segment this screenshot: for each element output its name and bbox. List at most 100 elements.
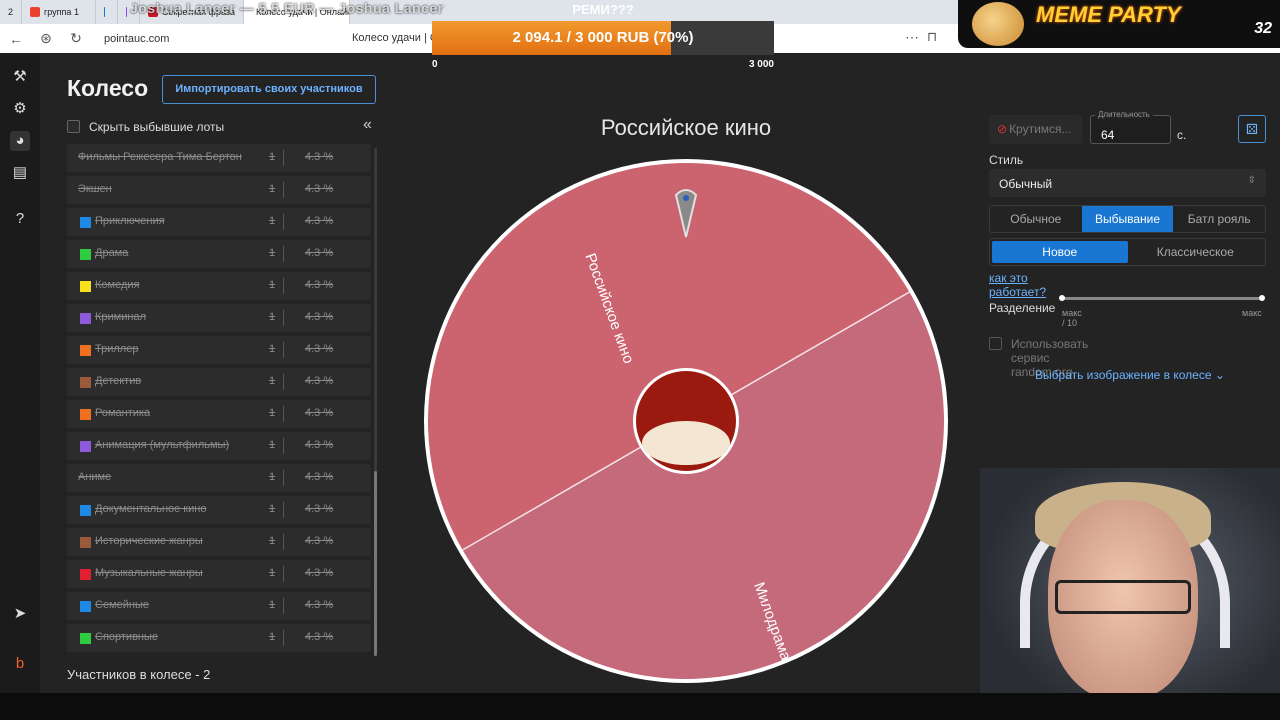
lot-row[interactable]: Романтика 1 4.3 % (67, 400, 371, 428)
reload-icon[interactable]: ↻ (68, 30, 84, 47)
duration-input[interactable]: 64 (1090, 115, 1171, 144)
wheel-chart-icon[interactable]: ◕ (10, 131, 30, 151)
lot-amount: 1 (269, 215, 276, 227)
variant-tab[interactable]: Новое (992, 241, 1128, 263)
wheel-style-select[interactable]: Обычный ⇳ (989, 169, 1266, 197)
lot-row[interactable]: Аниме 1 4.3 % (67, 464, 371, 492)
boosty-icon[interactable]: b (10, 654, 30, 674)
lot-percent: 4.3 % (305, 311, 334, 323)
lot-row[interactable]: Комедия 1 4.3 % (67, 272, 371, 300)
lot-name: Криминал (95, 311, 146, 323)
telegram-icon[interactable]: ➤ (10, 604, 30, 624)
lot-row[interactable]: Приключения 1 4.3 % (67, 208, 371, 236)
lot-amount: 1 (269, 439, 276, 451)
dice-icon[interactable]: ⚄ (1238, 115, 1266, 143)
mode-tab[interactable]: Выбывание (1081, 206, 1174, 232)
variant-tab[interactable]: Классическое (1128, 241, 1264, 263)
glasses-shape (1055, 580, 1191, 614)
donation-ticker: Joshua Lancer — 5.5 EUR — Joshua Lancer (130, 0, 444, 16)
lot-divider (283, 502, 284, 518)
browser-tab[interactable]: 2 (0, 0, 22, 24)
lot-amount: 1 (269, 535, 276, 547)
url-text[interactable]: pointauc.com (104, 33, 169, 45)
lot-row[interactable]: Анимация (мультфильмы) 1 4.3 % (67, 432, 371, 460)
lot-row[interactable]: Экшен 1 4.3 % (67, 176, 371, 204)
goal-min: 0 (432, 59, 438, 70)
split-slider[interactable] (1059, 295, 1265, 301)
goal-bar: 2 094.1 / 3 000 RUB (70%) (432, 21, 774, 55)
lot-name: Анимация (мультфильмы) (95, 439, 230, 451)
help-icon[interactable]: ? (10, 209, 30, 229)
lot-percent: 4.3 % (305, 471, 334, 483)
meme-party-count: 32 (1254, 20, 1272, 37)
lot-divider (283, 182, 284, 198)
collapse-panel-icon[interactable]: « (363, 116, 372, 134)
lot-name: Приключения (95, 215, 165, 227)
spin-button[interactable]: ⊘ Крутимся... (989, 115, 1082, 144)
chevron-updown-icon: ⇳ (1247, 175, 1256, 186)
bookmark-icon[interactable]: ⊓ (927, 29, 937, 45)
lot-color-swatch (80, 377, 91, 388)
goal-max: 3 000 (748, 59, 774, 70)
lot-name: Экшен (78, 183, 112, 195)
donation-goal-widget: РЕМИ??? 2 094.1 / 3 000 RUB (70%) 0 3 00… (432, 0, 774, 72)
lot-percent: 4.3 % (305, 503, 334, 515)
import-participants-button[interactable]: Импортировать своих участников (162, 75, 376, 104)
lots-scrollbar-thumb[interactable] (374, 471, 377, 656)
lot-row[interactable]: Документальное кино 1 4.3 % (67, 496, 371, 524)
lot-row[interactable]: Криминал 1 4.3 % (67, 304, 371, 332)
wheel-center-image-detail (642, 421, 730, 465)
mode-tab[interactable]: Обычное (990, 206, 1082, 232)
lot-percent: 4.3 % (305, 279, 334, 291)
lot-divider (283, 246, 284, 262)
lot-divider (283, 630, 284, 646)
tab-favicon-icon (104, 7, 105, 17)
lot-divider (283, 534, 284, 550)
wheel-pointer-dot (683, 195, 689, 201)
forward-icon[interactable]: ⊛ (38, 30, 54, 47)
lot-divider (283, 406, 284, 422)
lot-percent: 4.3 % (305, 215, 334, 227)
browser-tab[interactable]: группа 1 (22, 0, 96, 24)
clipboard-icon[interactable]: ▤ (10, 163, 30, 183)
lot-color-swatch (80, 569, 91, 580)
tab-favicon-icon (126, 7, 127, 17)
random-org-checkbox[interactable] (989, 337, 1002, 350)
lot-divider (283, 566, 284, 582)
page-heading: Колесо (67, 75, 149, 101)
lot-row[interactable]: Спортивные 1 4.3 % (67, 624, 371, 652)
bottom-black-bar (0, 693, 1280, 720)
lot-percent: 4.3 % (305, 567, 334, 579)
tab-favicon-icon (30, 7, 40, 17)
lot-amount: 1 (269, 631, 276, 643)
lot-divider (283, 342, 284, 358)
browser-tab[interactable] (96, 0, 118, 24)
gear-icon[interactable]: ⚙ (10, 99, 30, 119)
lot-amount: 1 (269, 407, 276, 419)
more-icon[interactable]: ⋯ (905, 29, 919, 46)
lot-divider (283, 438, 284, 454)
lot-row[interactable]: Исторические жанры 1 4.3 % (67, 528, 371, 556)
mode-tab[interactable]: Батл рояль (1173, 206, 1265, 232)
back-icon[interactable]: ← (8, 31, 24, 47)
lot-name: Спортивные (95, 631, 159, 643)
lot-name: Комедия (95, 279, 140, 291)
lot-color-swatch (80, 217, 91, 228)
lot-row[interactable]: Музыкальные жанры 1 4.3 % (67, 560, 371, 588)
hide-eliminated-checkbox[interactable] (67, 120, 80, 133)
prize-wheel[interactable]: Российское кино Милодрама (420, 155, 952, 687)
auction-gavel-icon[interactable]: ⚒ (10, 67, 30, 87)
lot-row[interactable]: Семейные 1 4.3 % (67, 592, 371, 620)
lot-divider (283, 310, 284, 326)
split-slider-min-knob[interactable] (1059, 295, 1065, 301)
lot-row[interactable]: Фильмы Режесера Тима Бертон 1 4.3 % (67, 144, 371, 172)
duration-label: Длительность (1095, 110, 1153, 119)
lot-row[interactable]: Драма 1 4.3 % (67, 240, 371, 268)
split-slider-max-knob[interactable] (1259, 295, 1265, 301)
lot-amount: 1 (269, 599, 276, 611)
lot-percent: 4.3 % (305, 375, 334, 387)
how-it-works-link[interactable]: как это работает? (989, 271, 1046, 299)
choose-image-link[interactable]: Выбрать изображение в колесе ⌄ (1035, 368, 1225, 382)
lot-row[interactable]: Детектив 1 4.3 % (67, 368, 371, 396)
lot-row[interactable]: Триллер 1 4.3 % (67, 336, 371, 364)
